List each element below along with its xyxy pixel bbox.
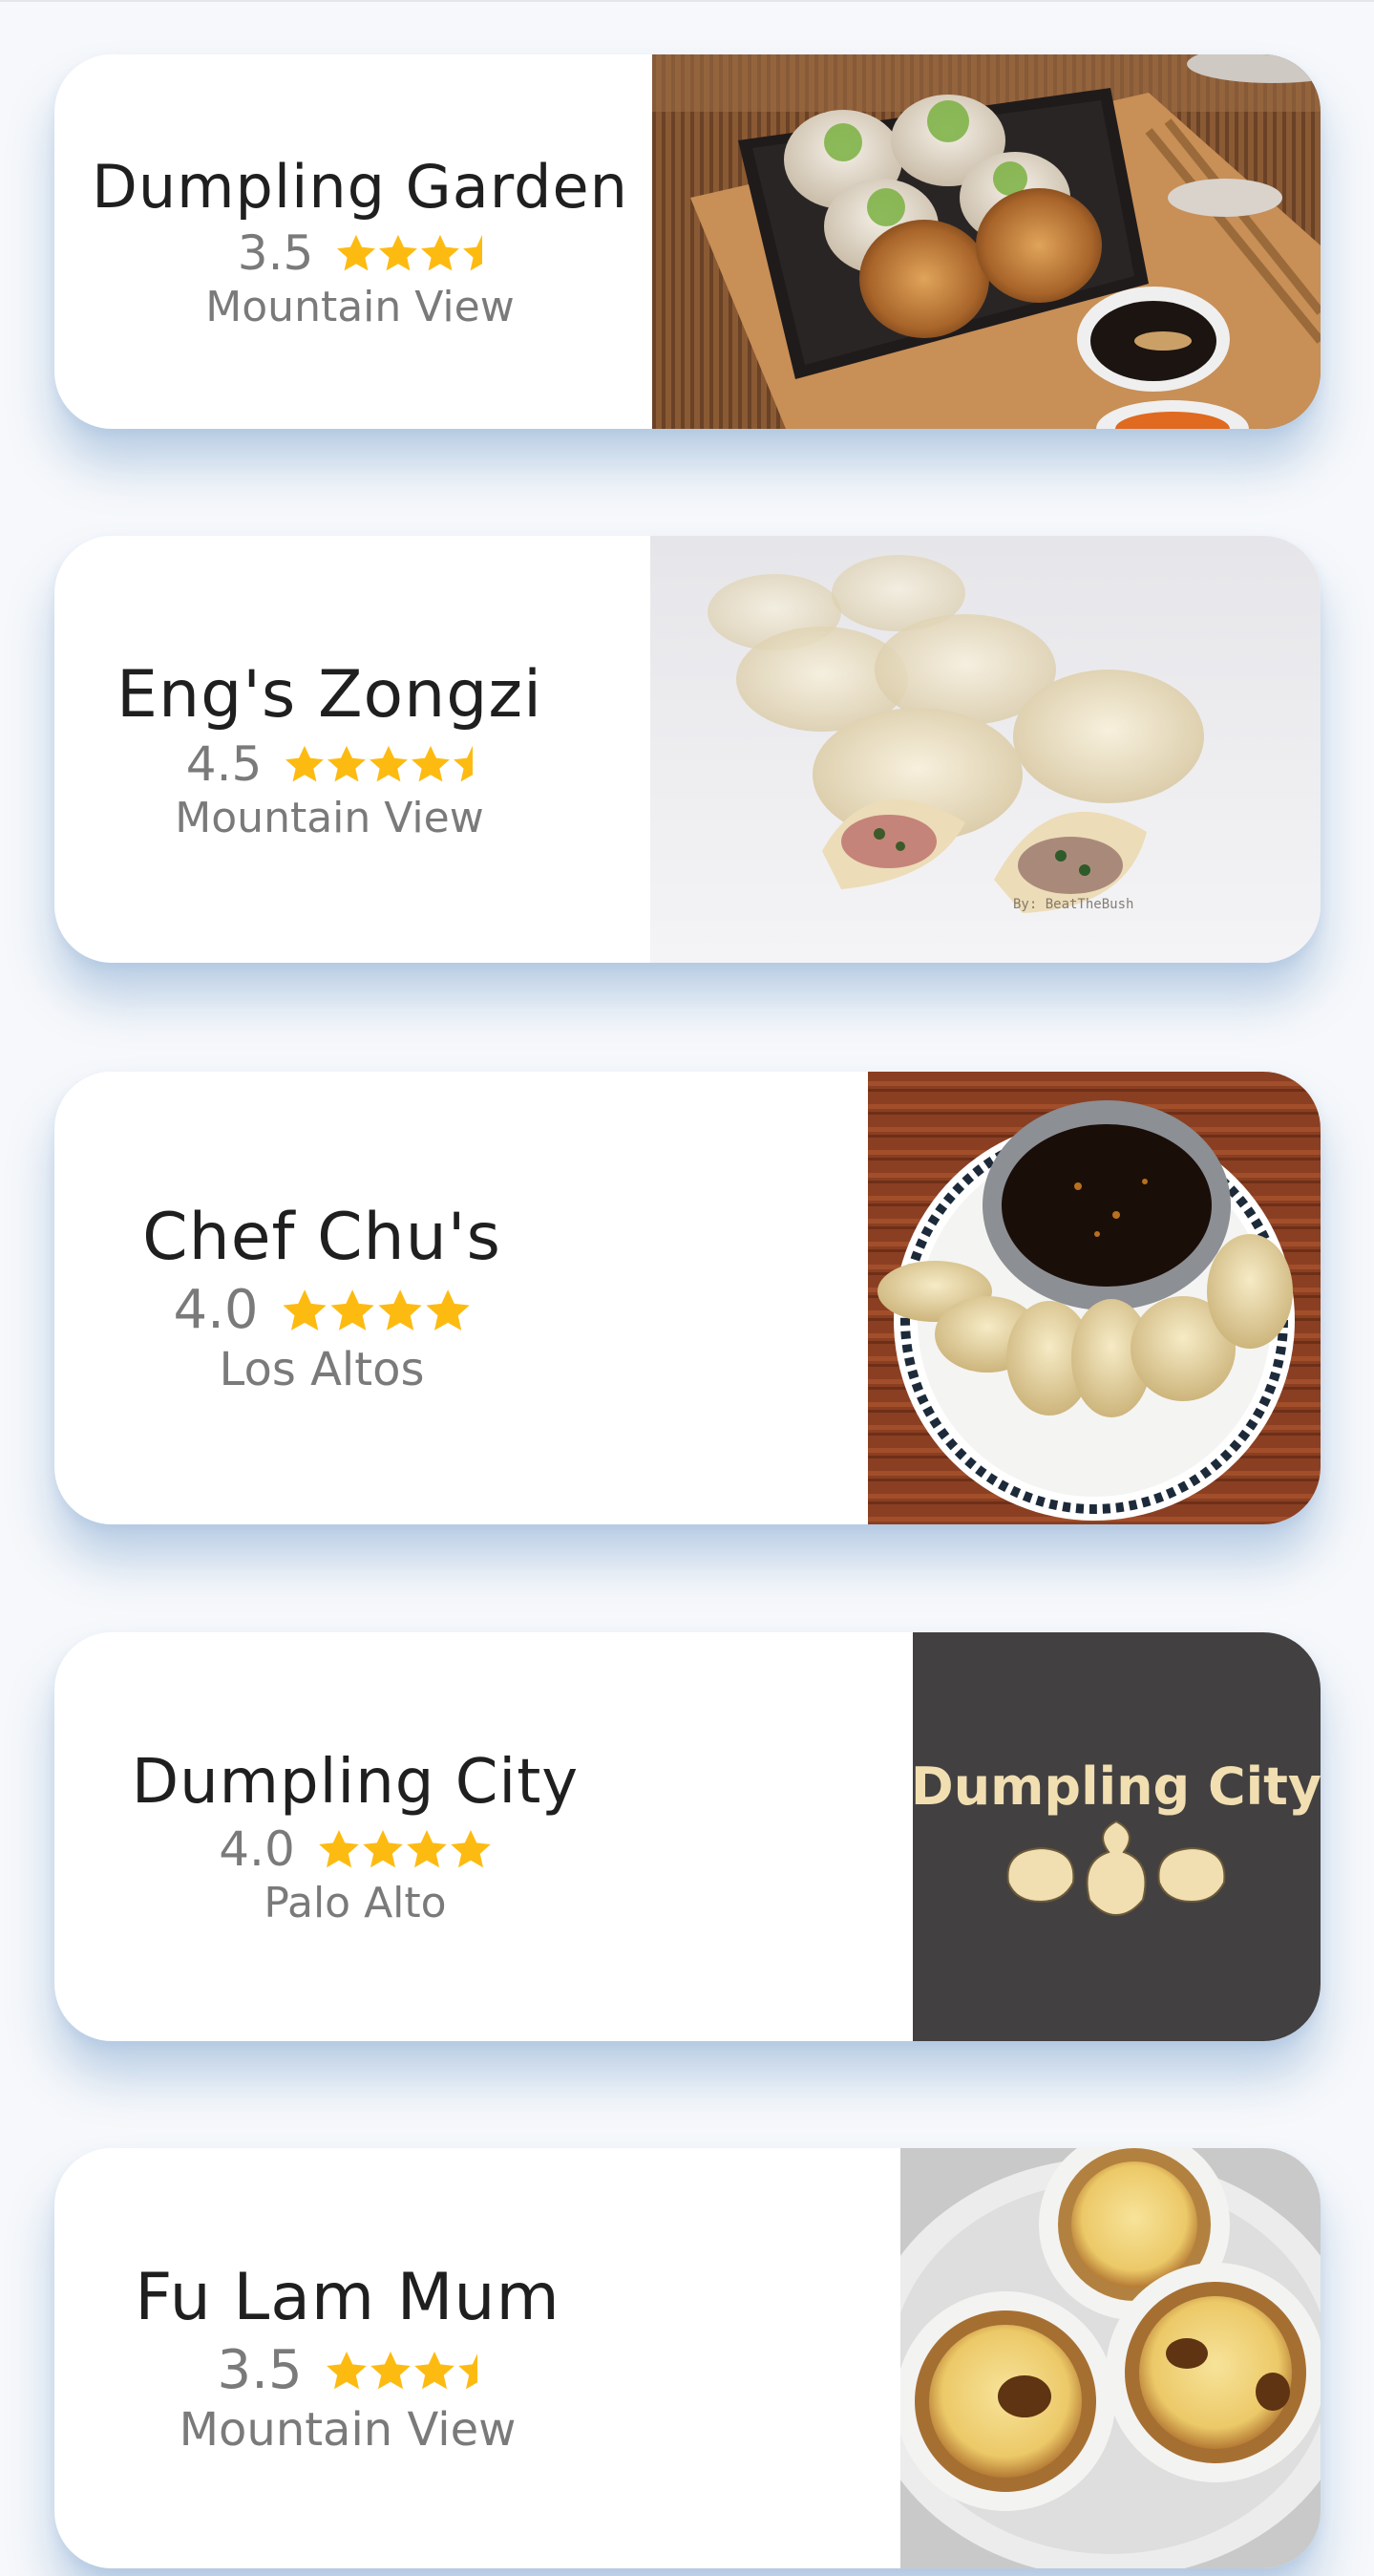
- restaurant-name: Eng's Zongzi: [116, 656, 542, 733]
- star-rating: [283, 743, 474, 785]
- rating-value: 4.5: [185, 735, 263, 792]
- star-icon: [370, 2351, 411, 2389]
- star-icon: [330, 1288, 374, 1331]
- dumplings-dipping-sauce-photo: [868, 1072, 1321, 1524]
- rating-value: 4.0: [219, 1820, 295, 1877]
- rating-row: 3.5: [218, 2339, 478, 2401]
- star-icon: [328, 745, 367, 781]
- restaurant-info: Dumpling City 4.0 Palo Alto: [54, 1632, 656, 2041]
- dumplings-photo: By: BeatTheBush: [650, 536, 1321, 963]
- restaurant-city: Mountain View: [205, 283, 515, 331]
- star-rating: [280, 1287, 471, 1334]
- top-divider: [0, 0, 1374, 2]
- rating-value: 4.0: [173, 1279, 259, 1341]
- star-rating: [334, 232, 483, 274]
- rating-row: 4.0: [219, 1821, 492, 1877]
- restaurant-city: Palo Alto: [264, 1878, 447, 1927]
- star-icon: [283, 1288, 327, 1331]
- restaurant-city: Mountain View: [175, 793, 484, 842]
- rating-row: 3.5: [237, 225, 483, 281]
- egg-tarts-photo: [900, 2148, 1321, 2568]
- star-icon: [370, 745, 409, 781]
- restaurant-name: Fu Lam Mum: [135, 2260, 560, 2335]
- pan-fried-buns-photo: [652, 54, 1321, 429]
- restaurant-name: Dumpling Garden: [92, 152, 628, 222]
- restaurant-info: Dumpling Garden 3.5 Mountain View: [54, 54, 666, 429]
- star-icon: [412, 745, 451, 781]
- restaurant-info: Eng's Zongzi 4.5 Mountain View: [54, 536, 604, 963]
- svg-text:By: BeatTheBush: By: BeatTheBush: [1013, 897, 1133, 912]
- star-icon: [285, 745, 325, 781]
- rating-row: 4.5: [185, 735, 474, 792]
- svg-text:Dumpling City: Dumpling City: [913, 1756, 1321, 1817]
- restaurant-card-dumpling-garden[interactable]: Dumpling Garden 3.5 Mountain View: [54, 54, 1321, 429]
- star-rating: [316, 1827, 492, 1871]
- star-icon: [426, 1288, 470, 1331]
- rating-row: 4.0: [173, 1279, 470, 1341]
- star-icon: [421, 234, 460, 271]
- restaurant-city: Mountain View: [179, 2403, 517, 2457]
- restaurant-city: Los Altos: [219, 1343, 425, 1396]
- restaurant-card-chef-chus[interactable]: Chef Chu's 4.0 Los Altos: [54, 1072, 1321, 1524]
- restaurant-info: Chef Chu's 4.0 Los Altos: [54, 1072, 589, 1524]
- star-icon: [362, 1829, 403, 1867]
- star-icon: [318, 1829, 359, 1867]
- dumpling-city-logo: Dumpling City: [913, 1632, 1321, 2041]
- star-icon: [337, 234, 376, 271]
- rating-value: 3.5: [237, 225, 314, 281]
- restaurant-card-fu-lam-mum[interactable]: Fu Lam Mum 3.5 Mountain View: [54, 2148, 1321, 2568]
- restaurant-card-dumpling-city[interactable]: Dumpling City 4.0 Palo Alto Dumpling Cit…: [54, 1632, 1321, 2041]
- star-rating: [324, 2349, 478, 2393]
- star-icon: [413, 2351, 454, 2389]
- star-icon: [450, 1829, 491, 1867]
- restaurant-card-engs-zongzi[interactable]: Eng's Zongzi 4.5 Mountain View By: BeatT…: [54, 536, 1321, 963]
- star-icon: [326, 2351, 367, 2389]
- star-half-icon: [457, 2351, 478, 2389]
- restaurant-name: Dumpling City: [131, 1746, 580, 1818]
- star-half-icon: [463, 235, 483, 271]
- star-icon: [406, 1829, 447, 1867]
- star-icon: [378, 1288, 422, 1331]
- restaurant-info: Fu Lam Mum 3.5 Mountain View: [54, 2148, 641, 2568]
- star-half-icon: [454, 745, 474, 781]
- restaurant-name: Chef Chu's: [142, 1200, 501, 1275]
- rating-value: 3.5: [217, 2339, 303, 2401]
- star-icon: [379, 234, 418, 271]
